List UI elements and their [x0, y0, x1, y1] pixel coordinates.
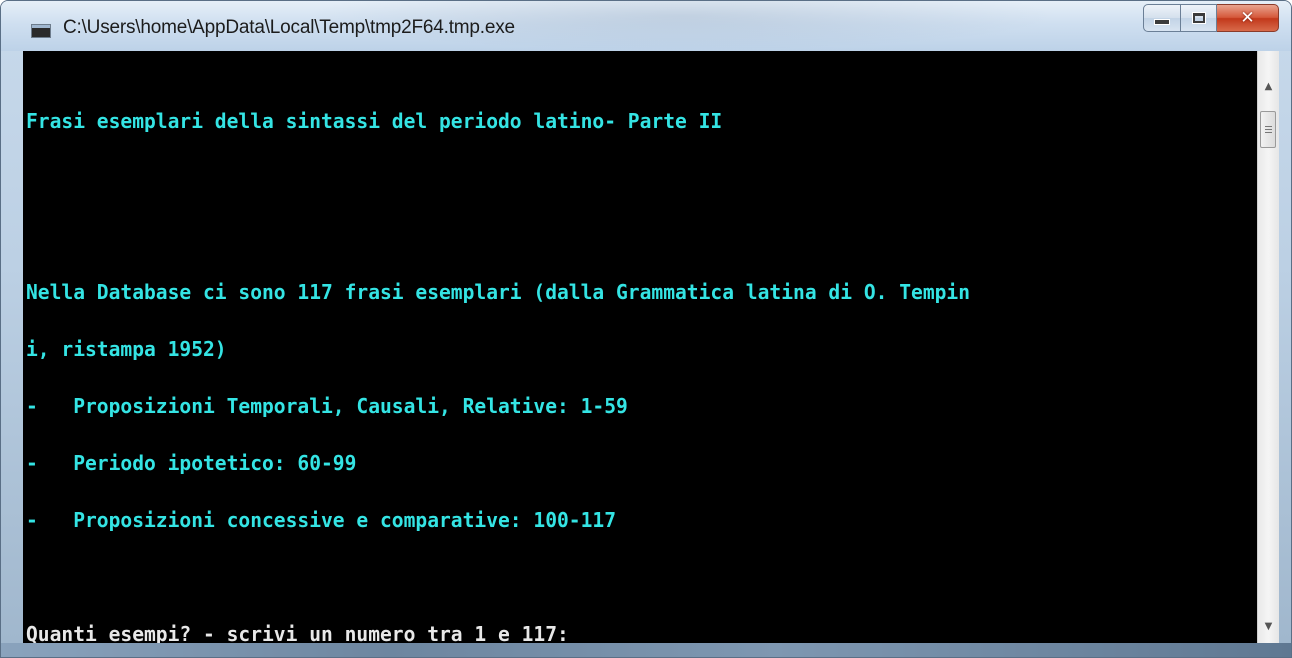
console-output-area[interactable]: Frasi esemplari della sintassi del perio…: [23, 51, 1257, 644]
scroll-thumb[interactable]: [1260, 111, 1276, 148]
scroll-down-arrow-icon[interactable]: ▼: [1258, 615, 1279, 637]
console-text: Frasi esemplari della sintassi del perio…: [26, 74, 971, 657]
console-window: C:\Users\home\AppData\Local\Temp\tmp2F64…: [0, 0, 1292, 658]
console-info-line-wrap: i, ristampa 1952): [26, 337, 227, 361]
console-info-line: Nella Database ci sono 117 frasi esempla…: [26, 280, 971, 304]
window-controls: ✕: [1143, 4, 1279, 32]
maximize-icon: [1191, 12, 1206, 24]
console-list-item: - Proposizioni concessive e comparative:…: [26, 508, 617, 532]
console-prompt-line[interactable]: Quanti esempi? - scrivi un numero tra 1 …: [26, 624, 970, 644]
console-heading-line: Frasi esemplari della sintassi del perio…: [26, 109, 723, 133]
console-app-icon[interactable]: [31, 24, 51, 38]
window-title: C:\Users\home\AppData\Local\Temp\tmp2F64…: [63, 17, 515, 38]
close-button[interactable]: ✕: [1217, 4, 1279, 32]
console-list-item: - Proposizioni Temporali, Causali, Relat…: [26, 394, 628, 418]
close-icon: ✕: [1240, 8, 1255, 28]
console-list-item: - Periodo ipotetico: 60-99: [26, 451, 357, 475]
title-bar[interactable]: C:\Users\home\AppData\Local\Temp\tmp2F64…: [1, 1, 1291, 51]
vertical-scrollbar[interactable]: ▲ ▼: [1257, 51, 1279, 643]
minimize-icon: [1154, 19, 1170, 25]
scroll-up-arrow-icon[interactable]: ▲: [1258, 75, 1279, 97]
maximize-button[interactable]: [1181, 4, 1217, 32]
minimize-button[interactable]: [1143, 4, 1181, 32]
window-bottom-frame: [1, 643, 1291, 657]
scroll-grip-icon: [1264, 126, 1272, 133]
